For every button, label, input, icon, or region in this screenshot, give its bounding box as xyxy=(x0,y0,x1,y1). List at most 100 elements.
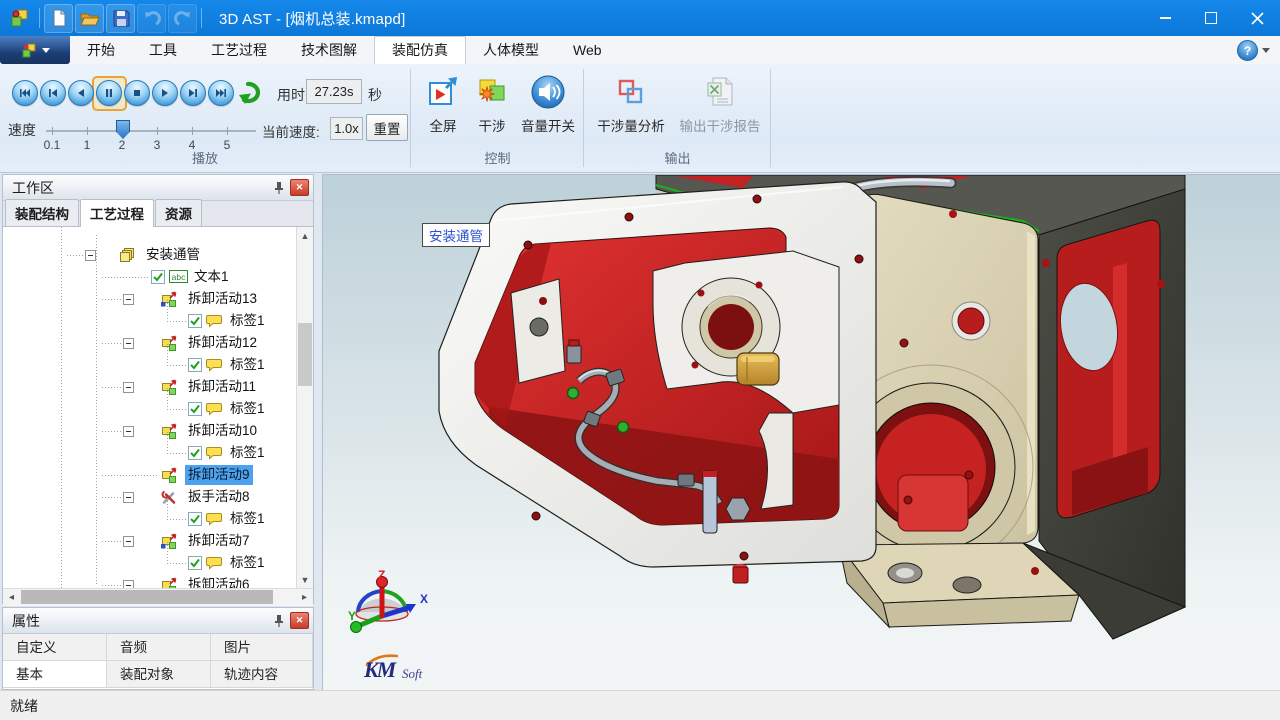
tree-item-label[interactable]: 拆卸活动11 xyxy=(185,377,259,397)
play-backward-button[interactable] xyxy=(68,80,94,106)
tree-checkbox[interactable] xyxy=(151,270,165,289)
close-button[interactable] xyxy=(1234,0,1280,36)
tab-start[interactable]: 开始 xyxy=(70,37,132,64)
save-button[interactable] xyxy=(106,4,135,33)
tree-expander[interactable] xyxy=(123,382,134,393)
tree-checkbox[interactable] xyxy=(188,512,202,531)
panel-splitter[interactable] xyxy=(314,174,322,690)
tree-item-label[interactable]: 拆卸活动12 xyxy=(185,333,260,353)
speed-slider-thumb[interactable] xyxy=(116,120,130,139)
new-file-button[interactable] xyxy=(44,4,73,33)
tab-resources[interactable]: 资源 xyxy=(155,199,202,226)
tree-item-label[interactable]: 标签1 xyxy=(227,355,268,375)
previous-step-button[interactable] xyxy=(40,80,66,106)
loop-button[interactable] xyxy=(238,78,266,105)
tree-item[interactable]: 标签1 xyxy=(3,399,313,419)
tree-expander[interactable] xyxy=(123,338,134,349)
output-interference-report-button[interactable]: 输出干涉报告 xyxy=(674,72,766,160)
tree-expander[interactable] xyxy=(123,580,134,588)
tree-item-label[interactable]: 拆卸活动13 xyxy=(185,289,260,309)
scrollbar-thumb[interactable] xyxy=(21,590,273,604)
tree-item-label[interactable]: 标签1 xyxy=(227,399,268,419)
tree-item[interactable]: 拆卸活动7 xyxy=(3,531,313,551)
tab-assembly-simulation[interactable]: 装配仿真 xyxy=(374,36,466,65)
tree-item-label[interactable]: 拆卸活动7 xyxy=(185,531,253,551)
tab-custom[interactable]: 自定义 xyxy=(3,634,107,661)
tree-item-label[interactable]: 标签1 xyxy=(227,443,268,463)
tree-checkbox[interactable] xyxy=(188,314,202,333)
tree-item-label[interactable]: 拆卸活动10 xyxy=(185,421,260,441)
tree-item[interactable]: 标签1 xyxy=(3,553,313,573)
tab-process-tree[interactable]: 工艺过程 xyxy=(80,199,154,227)
open-file-button[interactable] xyxy=(75,4,104,33)
tree-item[interactable]: 拆卸活动11 xyxy=(3,377,313,397)
tree-item-label[interactable]: 文本1 xyxy=(191,267,232,287)
minimize-button[interactable] xyxy=(1142,0,1188,36)
tab-process[interactable]: 工艺过程 xyxy=(194,37,284,64)
tab-audio[interactable]: 音频 xyxy=(107,634,211,661)
tree-item[interactable]: abc文本1 xyxy=(3,267,313,287)
stop-button[interactable] xyxy=(124,80,150,106)
next-step-button[interactable] xyxy=(180,80,206,106)
tree-item-label[interactable]: 安装通管 xyxy=(143,245,203,265)
play-button[interactable] xyxy=(152,80,178,106)
tree-checkbox[interactable] xyxy=(188,402,202,421)
scroll-left-arrow[interactable]: ◂ xyxy=(3,589,20,605)
tree-checkbox[interactable] xyxy=(188,556,202,575)
reset-speed-button[interactable]: 重置 xyxy=(366,114,408,141)
tree-item[interactable]: 标签1 xyxy=(3,443,313,463)
close-panel-button[interactable]: ✕ xyxy=(290,179,309,196)
tree-expander[interactable] xyxy=(85,250,96,261)
volume-toggle-button[interactable]: 音量开关 xyxy=(516,72,580,160)
application-menu-button[interactable] xyxy=(0,36,70,64)
tree-item-label[interactable]: 标签1 xyxy=(227,553,268,573)
tree-item[interactable]: 标签1 xyxy=(3,355,313,375)
tree-checkbox[interactable] xyxy=(188,446,202,465)
tab-tech-illustration[interactable]: 技术图解 xyxy=(284,37,374,64)
tab-web[interactable]: Web xyxy=(556,37,619,64)
viewport-3d[interactable]: 安装通管 Z Y X KM Soft xyxy=(322,174,1280,690)
tab-tools[interactable]: 工具 xyxy=(132,37,194,64)
tab-human-model[interactable]: 人体模型 xyxy=(466,37,556,64)
undo-button[interactable] xyxy=(137,4,166,33)
help-button[interactable]: ? xyxy=(1237,40,1270,61)
tree-item-label[interactable]: 标签1 xyxy=(227,509,268,529)
tree-item[interactable]: 扳手活动8 xyxy=(3,487,313,507)
scroll-up-arrow[interactable]: ▲ xyxy=(297,227,313,244)
tree-expander[interactable] xyxy=(123,426,134,437)
speed-slider-track[interactable] xyxy=(46,130,256,132)
interference-analysis-button[interactable]: 干涉量分析 xyxy=(590,72,672,160)
pin-button[interactable] xyxy=(270,612,288,630)
tree-expander[interactable] xyxy=(123,492,134,503)
close-panel-button[interactable]: ✕ xyxy=(290,612,309,629)
maximize-button[interactable] xyxy=(1188,0,1234,36)
skip-to-start-button[interactable] xyxy=(12,80,38,106)
interference-button[interactable]: 干涉 xyxy=(470,72,514,160)
tab-assembly-object[interactable]: 装配对象 xyxy=(107,661,211,688)
elapsed-field[interactable]: 27.23s xyxy=(306,79,362,104)
vertical-scrollbar[interactable]: ▲ ▼ xyxy=(296,227,313,588)
tree-item[interactable]: 安装通管 xyxy=(3,245,313,265)
scrollbar-thumb[interactable] xyxy=(298,323,312,386)
skip-to-end-button[interactable] xyxy=(208,80,234,106)
redo-button[interactable] xyxy=(168,4,197,33)
tree-item[interactable]: 标签1 xyxy=(3,311,313,331)
tree-item-label[interactable]: 拆卸活动9 xyxy=(185,465,253,485)
tab-assembly-structure[interactable]: 装配结构 xyxy=(5,199,79,226)
tree-expander[interactable] xyxy=(123,294,134,305)
tree-item-label[interactable]: 拆卸活动6 xyxy=(185,575,253,588)
tab-trajectory[interactable]: 轨迹内容 xyxy=(211,661,313,688)
scroll-down-arrow[interactable]: ▼ xyxy=(297,571,313,588)
current-speed-field[interactable]: 1.0x xyxy=(330,117,363,140)
tree-item[interactable]: 拆卸活动6 xyxy=(3,575,313,588)
tree-item-label[interactable]: 扳手活动8 xyxy=(185,487,253,507)
tree-item[interactable]: 拆卸活动12 xyxy=(3,333,313,353)
pause-button[interactable] xyxy=(96,80,122,106)
tree-checkbox[interactable] xyxy=(188,358,202,377)
tab-basic[interactable]: 基本 xyxy=(3,661,107,688)
scroll-right-arrow[interactable]: ▸ xyxy=(296,589,313,605)
tree-item[interactable]: 拆卸活动9 xyxy=(3,465,313,485)
tree-item[interactable]: 拆卸活动13 xyxy=(3,289,313,309)
tab-picture[interactable]: 图片 xyxy=(211,634,313,661)
tree-item[interactable]: 标签1 xyxy=(3,509,313,529)
